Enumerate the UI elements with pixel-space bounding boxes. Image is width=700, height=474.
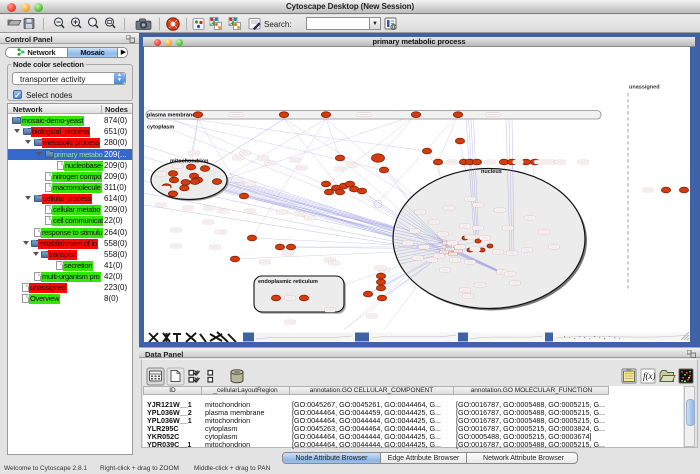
svg-text:f(x): f(x)	[643, 371, 656, 381]
svg-text:unassigned: unassigned	[629, 85, 660, 91]
svg-text:nucleus: nucleus	[481, 169, 502, 175]
svg-text:plasma membrane: plasma membrane	[147, 113, 195, 119]
svg-text:endoplasmic reticulum: endoplasmic reticulum	[258, 279, 318, 285]
svg-text:mitochondrion: mitochondrion	[170, 159, 209, 165]
svg-text:cytoplasm: cytoplasm	[147, 125, 174, 131]
